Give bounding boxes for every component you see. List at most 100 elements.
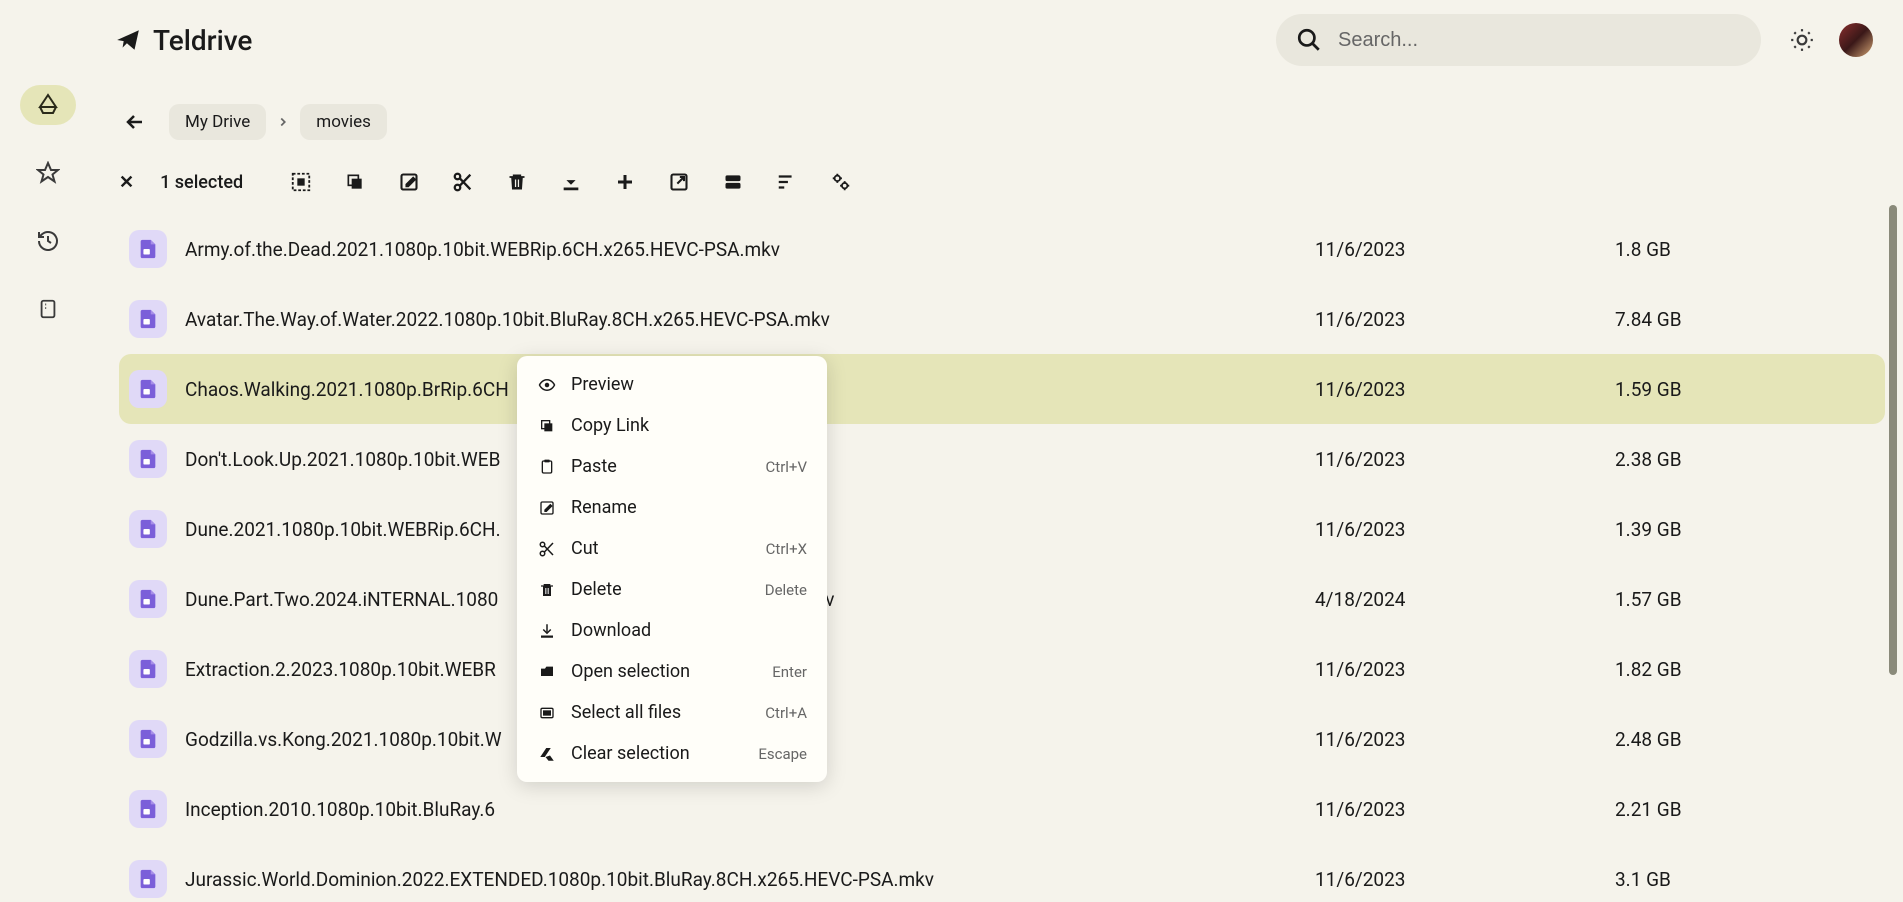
context-menu-rename[interactable]: Rename (517, 487, 827, 528)
file-type-icon (129, 510, 167, 548)
file-row[interactable]: Don't.Look.Up.2021.1080p.10bit.WEB11/6/2… (119, 424, 1885, 494)
file-name: Army.of.the.Dead.2021.1080p.10bit.WEBRip… (179, 238, 1315, 261)
sidebar-item-recent[interactable] (20, 221, 76, 261)
app-title: Teldrive (153, 24, 252, 57)
context-menu-open-selection[interactable]: Open selectionEnter (517, 651, 827, 692)
search-bar[interactable] (1276, 14, 1761, 66)
context-menu-download[interactable]: Download (517, 610, 827, 651)
scissors-icon (452, 171, 474, 193)
context-menu-label: Copy Link (571, 415, 807, 436)
context-menu-paste[interactable]: PasteCtrl+V (517, 446, 827, 487)
context-menu-label: Rename (571, 497, 807, 518)
sidebar-item-starred[interactable] (20, 153, 76, 193)
context-menu-cut[interactable]: CutCtrl+X (517, 528, 827, 569)
context-menu-shortcut: Escape (758, 745, 807, 763)
sun-icon (1789, 27, 1815, 53)
view-toggle-button[interactable] (719, 168, 747, 196)
toolbar: ✕ 1 selected (119, 168, 1885, 196)
history-icon (36, 229, 60, 253)
file-size: 1.8 GB (1615, 238, 1875, 261)
search-input[interactable] (1338, 29, 1741, 52)
file-date: 11/6/2023 (1315, 308, 1615, 331)
cut-icon (537, 540, 557, 558)
context-menu-select-all-files[interactable]: Select all filesCtrl+A (517, 692, 827, 733)
file-row[interactable]: Dune.Part.Two.2024.iNTERNAL.1080PSA.mkv4… (119, 564, 1885, 634)
file-size: 1.59 GB (1615, 378, 1875, 401)
breadcrumb: My Drive movies (169, 104, 387, 140)
context-menu-shortcut: Enter (772, 663, 807, 681)
scrollbar[interactable] (1889, 205, 1897, 675)
file-row[interactable]: Godzilla.vs.Kong.2021.1080p.10bit.W11/6/… (119, 704, 1885, 774)
sidebar-item-storage[interactable] (20, 289, 76, 329)
logo[interactable]: Teldrive (115, 24, 252, 57)
context-menu-label: Select all files (571, 702, 751, 723)
external-link-icon (669, 172, 689, 192)
add-button[interactable] (611, 168, 639, 196)
theme-toggle[interactable] (1789, 27, 1815, 53)
download-icon (537, 622, 557, 640)
share-button[interactable] (665, 168, 693, 196)
file-date: 11/6/2023 (1315, 868, 1615, 891)
arrow-left-icon (123, 110, 147, 134)
download-button[interactable] (557, 168, 585, 196)
context-menu-delete[interactable]: Delete Delete (517, 569, 827, 610)
context-menu-label: Cut (571, 538, 752, 559)
plus-icon (613, 170, 637, 194)
file-row[interactable]: Army.of.the.Dead.2021.1080p.10bit.WEBRip… (119, 214, 1885, 284)
deselect-button[interactable]: ✕ (119, 172, 134, 193)
context-menu-shortcut: Delete (765, 581, 807, 599)
back-button[interactable] (119, 106, 151, 138)
context-menu-copy-link[interactable]: Copy Link (517, 405, 827, 446)
rename-button[interactable] (395, 168, 423, 196)
file-size: 2.48 GB (1615, 728, 1875, 751)
file-row[interactable]: Inception.2010.1080p.10bit.BluRay.611/6/… (119, 774, 1885, 844)
context-menu-clear-selection[interactable]: Clear selectionEscape (517, 733, 827, 774)
sort-icon (776, 171, 798, 193)
context-menu-label: Delete (571, 579, 751, 600)
avatar[interactable] (1839, 23, 1873, 57)
context-menu-label: Preview (571, 374, 807, 395)
scrollbar-thumb[interactable] (1889, 205, 1897, 675)
copy-icon (537, 418, 557, 434)
context-menu-label: Download (571, 620, 807, 641)
sort-button[interactable] (773, 168, 801, 196)
select-all-icon (290, 171, 312, 193)
file-size: 1.57 GB (1615, 588, 1875, 611)
context-menu-label: Paste (571, 456, 752, 477)
rename-icon (537, 500, 557, 516)
file-row[interactable]: Jurassic.World.Dominion.2022.EXTENDED.10… (119, 844, 1885, 902)
copy-icon (345, 172, 365, 192)
file-size: 1.82 GB (1615, 658, 1875, 681)
file-row[interactable]: Dune.2021.1080p.10bit.WEBRip.6CH.11/6/20… (119, 494, 1885, 564)
file-name: Avatar.The.Way.of.Water.2022.1080p.10bit… (179, 308, 1315, 331)
file-date: 4/18/2024 (1315, 588, 1615, 611)
file-date: 11/6/2023 (1315, 378, 1615, 401)
file-row[interactable]: Chaos.Walking.2021.1080p.BrRip.6CH11/6/2… (119, 354, 1885, 424)
file-size: 2.21 GB (1615, 798, 1875, 821)
file-list: Army.of.the.Dead.2021.1080p.10bit.WEBRip… (119, 214, 1885, 902)
header: Teldrive (95, 0, 1903, 80)
context-menu-preview[interactable]: Preview (517, 364, 827, 405)
trash-icon (507, 171, 527, 193)
clear-icon (537, 745, 557, 763)
delete-button[interactable] (503, 168, 531, 196)
cut-button[interactable] (449, 168, 477, 196)
file-type-icon (129, 580, 167, 618)
drive-icon (36, 93, 60, 117)
download-icon (560, 171, 582, 193)
sidebar-item-drive[interactable] (20, 85, 76, 125)
gears-icon (829, 171, 853, 193)
breadcrumb-current[interactable]: movies (300, 104, 387, 140)
select-all-button[interactable] (287, 168, 315, 196)
star-icon (36, 161, 60, 185)
storage-icon (37, 298, 59, 320)
breadcrumb-root[interactable]: My Drive (169, 104, 266, 140)
eye-icon (537, 376, 557, 394)
file-size: 7.84 GB (1615, 308, 1875, 331)
file-row[interactable]: Avatar.The.Way.of.Water.2022.1080p.10bit… (119, 284, 1885, 354)
file-date: 11/6/2023 (1315, 798, 1615, 821)
settings-button[interactable] (827, 168, 855, 196)
file-type-icon (129, 370, 167, 408)
copy-button[interactable] (341, 168, 369, 196)
file-row[interactable]: Extraction.2.2023.1080p.10bit.WEBR11/6/2… (119, 634, 1885, 704)
